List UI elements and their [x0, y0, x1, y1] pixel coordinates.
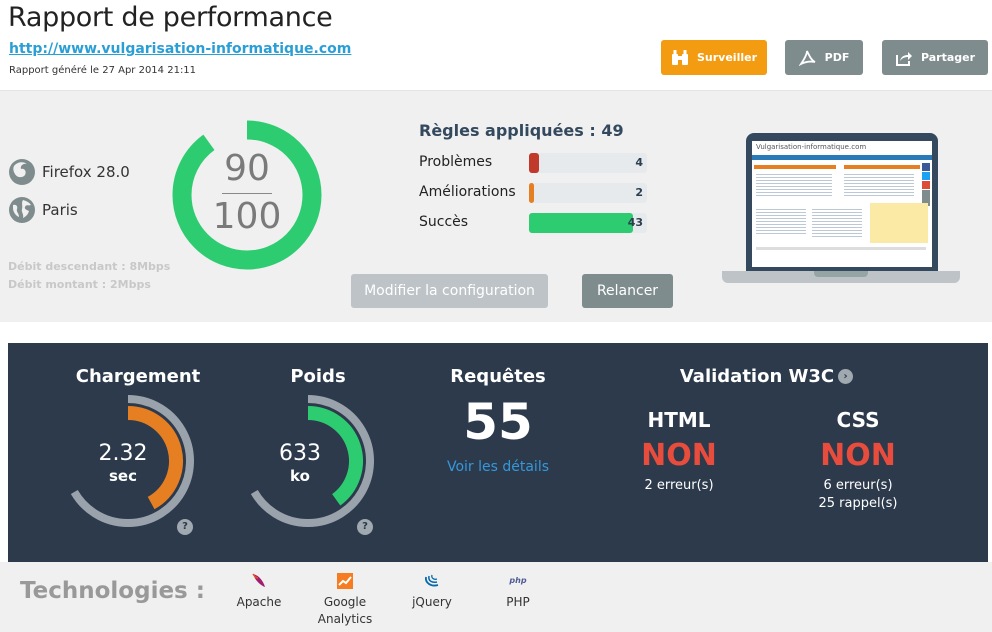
- monitor-label: Surveiller: [696, 51, 757, 64]
- html-label: HTML: [647, 408, 711, 432]
- globe-icon: [9, 197, 35, 223]
- share-icon: [895, 51, 912, 66]
- html-errors: 2 erreur(s): [644, 478, 714, 493]
- rules-title: Règles appliquées : 49: [419, 121, 624, 140]
- modify-config-button[interactable]: Modifier la configuration: [351, 274, 548, 308]
- rule-bar-fill: [529, 153, 539, 173]
- rule-label-success: Succès: [419, 214, 469, 230]
- html-status: NON: [641, 438, 717, 473]
- pdf-label: PDF: [824, 51, 850, 64]
- preview-poll: [870, 203, 928, 243]
- tech-item-apache[interactable]: Apache: [219, 572, 299, 611]
- firefox-icon: [9, 159, 35, 185]
- load-help-icon[interactable]: ?: [177, 519, 193, 535]
- rule-label-problems: Problèmes: [419, 154, 493, 170]
- location-info: Paris: [8, 196, 78, 224]
- css-errors: 6 erreur(s): [823, 478, 893, 493]
- rule-value: 43: [627, 216, 643, 229]
- php-icon: php: [509, 576, 527, 585]
- tech-name: PHP: [506, 595, 530, 609]
- requests-title: Requêtes: [450, 366, 546, 387]
- w3c-title: Validation W3C: [679, 366, 835, 387]
- load-value: 2.32: [98, 441, 148, 466]
- css-warnings: 25 rappel(s): [818, 496, 898, 511]
- share-button[interactable]: Partager: [882, 40, 988, 75]
- google-analytics-icon: [337, 573, 353, 589]
- preview-text: [756, 172, 832, 198]
- preview-block: [754, 165, 836, 169]
- generated-date: Rapport généré le 27 Apr 2014 21:11: [9, 65, 197, 76]
- score-max: 100: [212, 196, 282, 237]
- preview-text: [844, 172, 914, 198]
- report-header: Rapport de performance http://www.vulgar…: [0, 0, 992, 90]
- requests-value: 55: [463, 393, 533, 451]
- rule-bar-fill: [529, 183, 534, 203]
- score-ring: [172, 120, 322, 270]
- tech-name: Apache: [236, 595, 282, 609]
- browser-info: Firefox 28.0: [8, 158, 130, 186]
- laptop-notch: [814, 271, 868, 277]
- preview-footer: [756, 247, 926, 250]
- rule-bar-problems: 4: [529, 153, 647, 173]
- preview-site-name: Vulgarisation-informatique.com: [756, 143, 867, 151]
- rule-label-improvements: Améliorations: [419, 184, 516, 200]
- w3c-arrow-icon[interactable]: ›: [838, 369, 853, 384]
- preview-text: [812, 207, 862, 239]
- load-title: Chargement: [75, 366, 201, 387]
- binoculars-icon: [671, 49, 688, 65]
- view-details-link[interactable]: Voir les détails: [440, 459, 556, 475]
- score-divider: [222, 193, 272, 194]
- rule-bar-success: 43: [529, 213, 647, 233]
- rule-bar-improvements: 2: [529, 183, 647, 203]
- css-status: NON: [820, 438, 896, 473]
- weight-title: Poids: [290, 366, 346, 387]
- browser-label: Firefox 28.0: [42, 163, 130, 181]
- tech-item-google-analytics[interactable]: Google Analytics: [305, 572, 385, 628]
- preview-navbar: [752, 155, 932, 160]
- preview-text: [756, 207, 806, 235]
- technologies-title: Technologies :: [20, 578, 205, 604]
- score-value: 90: [224, 148, 270, 189]
- pdf-button[interactable]: PDF: [785, 40, 863, 75]
- page-title: Rapport de performance: [8, 2, 333, 33]
- weight-help-icon[interactable]: ?: [357, 519, 373, 535]
- apache-feather-icon: [252, 573, 265, 587]
- rule-value: 2: [635, 186, 643, 199]
- rule-bar-fill: [529, 213, 633, 233]
- monitor-button[interactable]: Surveiller: [661, 40, 767, 75]
- tech-name: Google Analytics: [317, 595, 373, 626]
- location-label: Paris: [42, 201, 78, 219]
- site-screenshot: Vulgarisation-informatique.com: [752, 141, 932, 267]
- rerun-button[interactable]: Relancer: [582, 274, 673, 308]
- preview-social: [922, 181, 930, 189]
- upload-speed: Débit montant : 2Mbps: [8, 278, 151, 291]
- css-label: CSS: [836, 408, 880, 432]
- site-preview-laptop[interactable]: Vulgarisation-informatique.com: [722, 133, 960, 285]
- download-speed: Débit descendant : 8Mbps: [8, 260, 171, 273]
- tech-item-php[interactable]: php PHP: [478, 572, 558, 611]
- jquery-icon: [425, 574, 439, 587]
- preview-social: [922, 163, 930, 171]
- site-url-link[interactable]: http://www.vulgarisation-informatique.co…: [9, 41, 351, 57]
- pdf-icon: [798, 50, 816, 66]
- share-label: Partager: [920, 51, 976, 64]
- load-unit: sec: [109, 467, 137, 485]
- weight-value: 633: [279, 441, 321, 466]
- preview-block: [844, 165, 920, 169]
- weight-unit: ko: [290, 467, 310, 485]
- rule-value: 4: [635, 156, 643, 169]
- tech-item-jquery[interactable]: jQuery: [392, 572, 472, 611]
- preview-social: [922, 172, 930, 180]
- tech-name: jQuery: [412, 595, 452, 609]
